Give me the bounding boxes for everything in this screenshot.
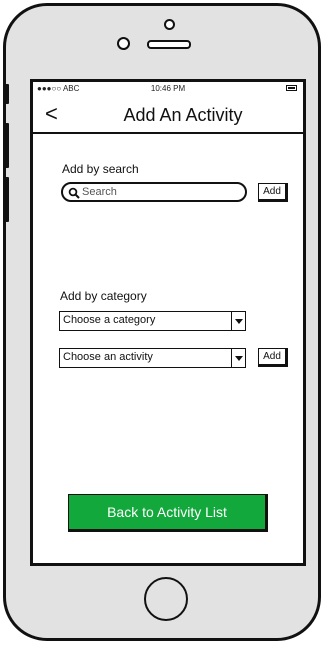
mute-switch xyxy=(5,84,9,104)
volume-up-button xyxy=(5,123,9,168)
search-icon xyxy=(68,187,80,199)
screen: ●●●○○ ABC 10:46 PM < Add An Activity Add… xyxy=(30,79,306,566)
page-title: Add An Activity xyxy=(123,105,243,125)
status-time: 10:46 PM xyxy=(150,84,186,93)
activity-select-value: Choose an activity xyxy=(63,351,153,363)
battery-icon xyxy=(286,85,297,91)
home-button[interactable] xyxy=(144,577,188,621)
add-by-search-label: Add by search xyxy=(62,162,139,176)
category-select-value: Choose a category xyxy=(63,314,156,326)
search-input[interactable]: Search xyxy=(61,182,247,202)
proximity-sensor xyxy=(164,19,175,30)
add-search-button[interactable]: Add xyxy=(258,183,288,202)
add-by-category-label: Add by category xyxy=(60,289,147,303)
volume-down-button xyxy=(5,177,9,222)
navigation-bar: < Add An Activity xyxy=(33,96,303,134)
chevron-down-icon xyxy=(231,349,245,367)
earpiece-speaker xyxy=(147,40,191,49)
chevron-down-icon xyxy=(231,312,245,330)
search-placeholder: Search xyxy=(82,186,117,198)
activity-select[interactable]: Choose an activity xyxy=(59,348,246,368)
chevron-left-icon[interactable]: < xyxy=(45,101,58,127)
back-to-activity-list-button[interactable]: Back to Activity List xyxy=(68,494,268,532)
front-camera xyxy=(117,37,130,50)
category-select[interactable]: Choose a category xyxy=(59,311,246,331)
add-activity-button[interactable]: Add xyxy=(258,348,288,367)
status-bar: ●●●○○ ABC 10:46 PM xyxy=(33,82,303,96)
